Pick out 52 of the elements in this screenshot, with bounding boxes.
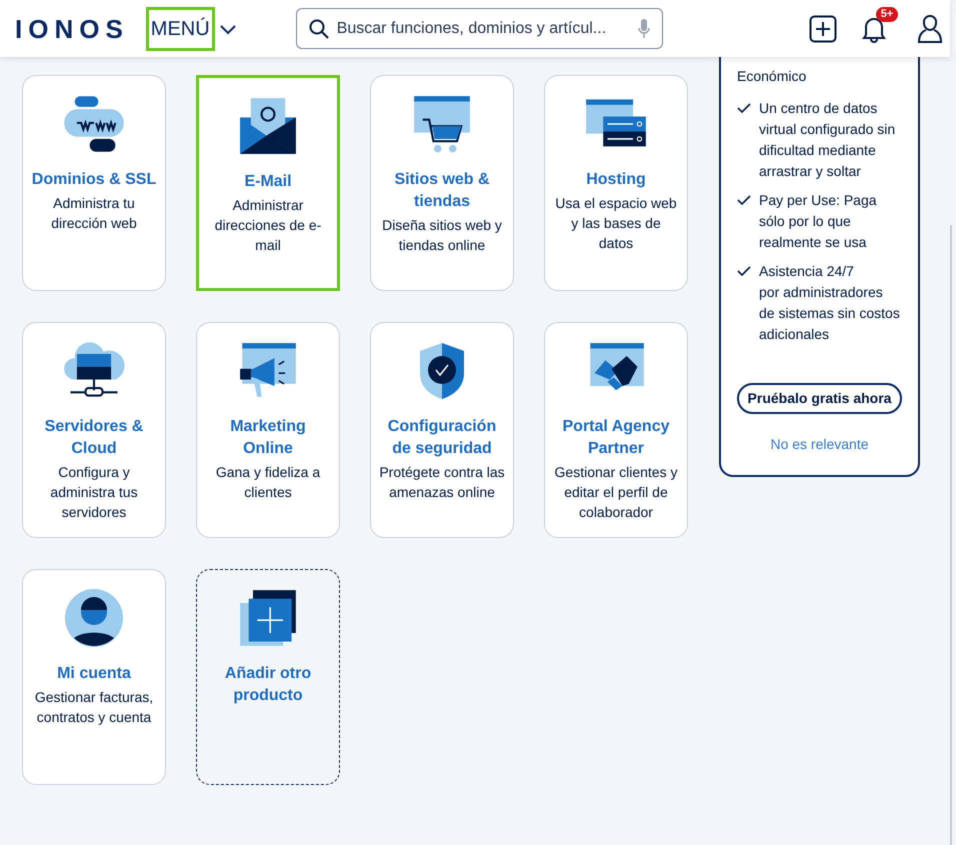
product-description: Gana y fideliza a clientes — [214, 463, 322, 502]
product-description: Administrar direcciones de e-mail — [214, 196, 322, 255]
product-title: Mi cuenta — [57, 664, 131, 684]
product-title: Marketing Online — [229, 417, 307, 459]
product-title: Dominios & SSL — [32, 170, 156, 190]
product-title: Configuración de seguridad — [386, 417, 498, 459]
product-title: Portal Agency Partner — [562, 417, 670, 459]
user-icon[interactable] — [916, 14, 943, 44]
check-icon — [737, 195, 751, 205]
add-product-card[interactable]: Añadir otro producto — [196, 569, 340, 785]
check-icon — [737, 103, 751, 113]
logo[interactable]: IONOS — [15, 16, 129, 42]
product-card[interactable]: Servidores & Cloud Configura y administra tus servidores — [22, 322, 166, 538]
scrollbar[interactable] — [950, 225, 952, 845]
product-title: Añadir otro producto — [224, 664, 312, 706]
product-title: E-Mail — [244, 172, 292, 192]
not-relevant-link[interactable]: No es relevante — [737, 434, 902, 455]
feature-text: Asistencia 24/7 por administradores de sistemas sin costos adicionales — [759, 262, 901, 344]
user-circle-icon — [62, 588, 126, 648]
product-card[interactable]: Hosting Usa el espacio web y las bases de datos — [544, 75, 688, 291]
product-description: Diseña sitios web y tiendas online — [381, 216, 503, 255]
promo-tagline: Económico — [737, 67, 808, 86]
product-description: Gestionar clientes y editar el perfil de colaborador — [554, 463, 678, 522]
feature-text: Pay per Use: Paga sólo por lo que realmente se usa — [759, 191, 878, 252]
microphone-icon[interactable] — [638, 18, 650, 38]
chevron-down-icon — [218, 22, 237, 34]
product-card[interactable]: Portal Agency Partner Gestionar clientes y editar el perfil de colaborador — [544, 322, 688, 538]
www-servers-icon — [62, 94, 126, 154]
product-description: Gestionar facturas, contratos y cuenta — [34, 688, 154, 727]
product-description: Administra tu dirección web — [50, 194, 138, 233]
product-card[interactable]: Mi cuenta Gestionar facturas, contratos y cuenta — [22, 569, 166, 785]
product-card[interactable]: Marketing Online Gana y fideliza a clientes — [196, 322, 340, 538]
feature-text: Un centro de datos virtual configurado sin dificultad mediante arrastrar y soltar — [759, 99, 896, 181]
product-description: Usa el espacio web y las bases de datos — [554, 194, 678, 253]
product-title: Servidores & Cloud — [44, 417, 144, 459]
search-input[interactable]: Buscar funciones, dominios y artícul... — [336, 16, 630, 40]
search-field[interactable]: Buscar funciones, dominios y artícul... — [296, 8, 663, 49]
product-title: Sitios web & tiendas — [393, 170, 491, 212]
add-icon[interactable] — [808, 14, 837, 42]
search-icon — [308, 18, 329, 38]
product-description: Protégete contra las amenazas online — [379, 463, 505, 502]
try-free-button[interactable]: Pruébalo gratis ahora — [737, 383, 902, 414]
menu-button[interactable]: MENÚ — [142, 6, 240, 50]
product-card[interactable]: Sitios web & tiendas Diseña sitios web y tiendas online — [370, 75, 514, 291]
check-icon — [737, 266, 751, 276]
product-description: Configura y administra tus servidores — [49, 463, 139, 522]
product-card[interactable]: Dominios & SSL Administra tu dirección web — [22, 75, 166, 291]
product-title: Hosting — [586, 170, 646, 190]
menu-label: MENÚ — [146, 6, 215, 50]
notification-badge: 5+ — [876, 6, 898, 22]
product-card[interactable]: E-Mail Administrar direcciones de e-mail — [196, 75, 340, 291]
product-card[interactable]: Configuración de seguridad Protégete contra las amenazas online — [370, 322, 514, 538]
